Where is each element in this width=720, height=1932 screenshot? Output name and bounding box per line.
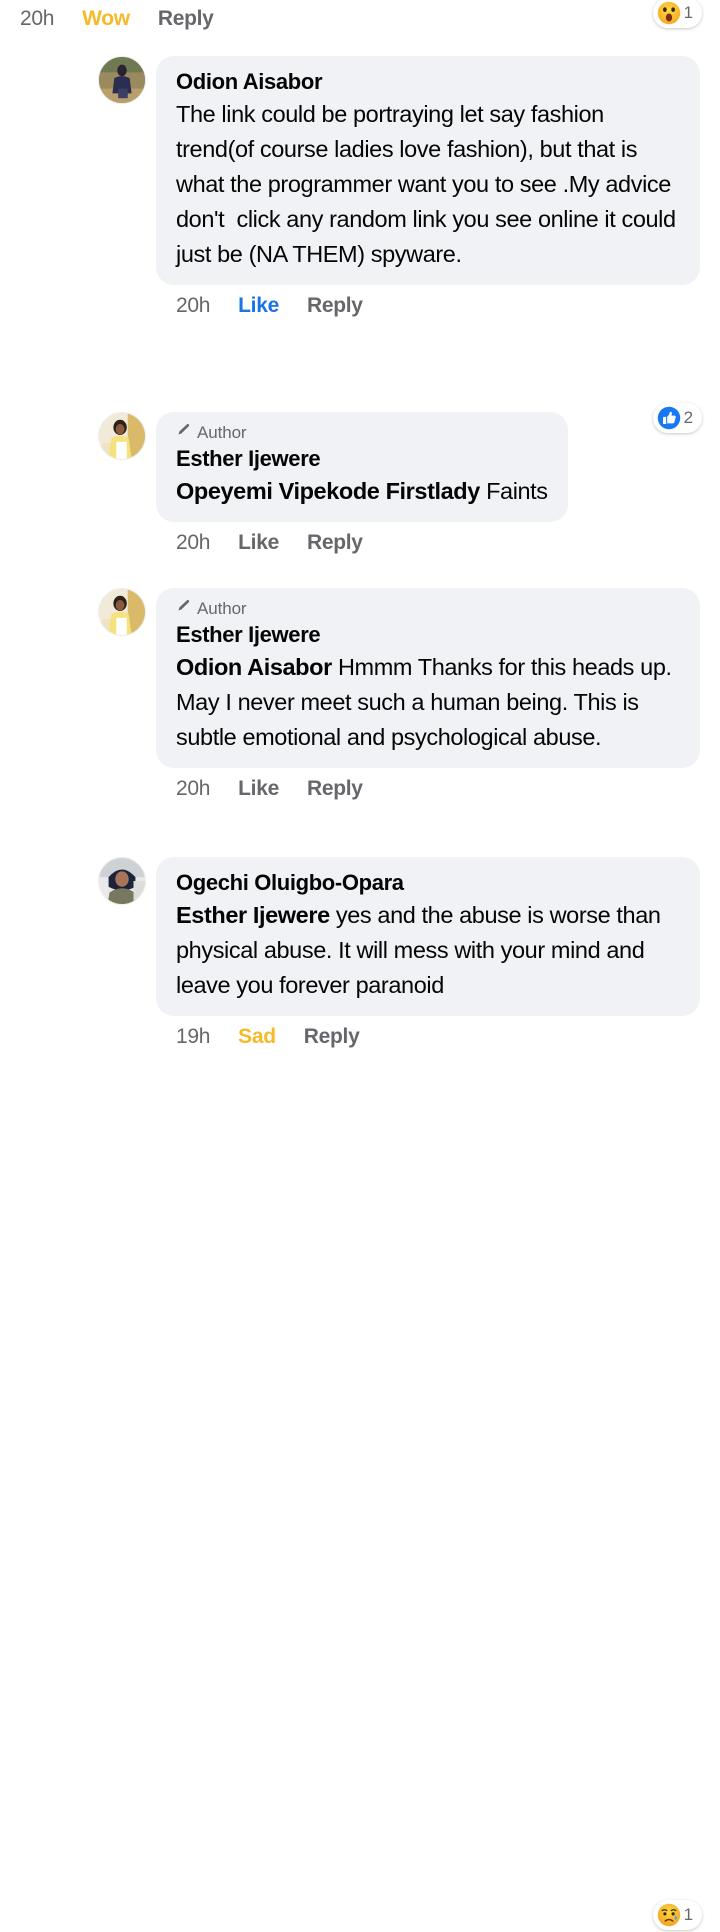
comment-text: Esther Ijewere yes and the abuse is wors… (176, 898, 680, 1003)
timestamp[interactable]: 20h (176, 522, 210, 564)
author-badge: Author (176, 423, 548, 443)
comment-text: Opeyemi Vipekode Firstlady Faints (176, 474, 548, 509)
pencil-icon (176, 423, 191, 443)
timestamp[interactable]: 20h (176, 285, 210, 327)
author-badge-label: Author (197, 599, 247, 618)
comment-author-name[interactable]: Odion Aisabor (176, 67, 680, 97)
comment-author-name[interactable]: Ogechi Oluigbo-Opara (176, 868, 680, 898)
reply-button[interactable]: Reply (158, 0, 214, 40)
comment-body-column: Author Esther Ijewere Opeyemi Vipekode F… (156, 412, 700, 564)
mention-link[interactable]: Opeyemi Vipekode Firstlady (176, 478, 480, 504)
comment-body-column: Author Esther Ijewere Odion Aisabor Hmmm… (156, 588, 700, 810)
avatar-esther-ijewere[interactable] (98, 588, 146, 636)
timestamp[interactable]: 20h (176, 768, 210, 810)
action-row-top: 20h Wow Reply (0, 0, 720, 40)
like-button[interactable]: Like (238, 522, 279, 564)
comment-ogechi-oluigbo-opara: Ogechi Oluigbo-Opara Esther Ijewere yes … (0, 857, 720, 1930)
pencil-icon (176, 599, 191, 619)
action-row: 20h Like Reply (156, 522, 700, 564)
avatar-esther-ijewere[interactable] (98, 412, 146, 460)
comment-esther-ijewere-1: Author Esther Ijewere Opeyemi Vipekode F… (0, 412, 720, 966)
reaction-count: 1 (683, 1905, 693, 1924)
action-row: 20h Like Reply (156, 768, 700, 810)
sad-emoji (657, 1903, 681, 1927)
timestamp[interactable]: 20h (20, 0, 54, 40)
comment-body-column: Ogechi Oluigbo-Opara Esther Ijewere yes … (156, 857, 700, 1058)
like-button[interactable]: Like (238, 768, 279, 810)
reply-button[interactable]: Reply (304, 1016, 360, 1058)
reaction-count: 1 (683, 3, 693, 22)
avatar-odion-aisabor[interactable] (98, 56, 146, 104)
comment-author-name[interactable]: Esther Ijewere (176, 444, 548, 474)
comment-text: Odion Aisabor Hmmm Thanks for this heads… (176, 650, 680, 755)
comment-odion-aisabor: Odion Aisabor The link could be portrayi… (0, 56, 720, 433)
reaction-button[interactable]: Wow (82, 0, 130, 40)
comment-text: The link could be portraying let say fas… (176, 101, 682, 267)
reaction-pill[interactable]: 1 (652, 0, 702, 28)
reply-button[interactable]: Reply (307, 522, 363, 564)
comment-bubble: Author Esther Ijewere Odion Aisabor Hmmm… (156, 588, 700, 768)
comment-text-rest: Faints (479, 478, 548, 504)
author-badge: Author (176, 599, 680, 619)
comment-bubble: Odion Aisabor The link could be portrayi… (156, 56, 700, 285)
action-row: 19h Sad Reply (156, 1016, 700, 1058)
comment-esther-ijewere-2: Author Esther Ijewere Odion Aisabor Hmmm… (0, 588, 720, 810)
avatar-ogechi-oluigbo-opara[interactable] (98, 857, 146, 905)
mention-link[interactable]: Esther Ijewere (176, 902, 330, 928)
action-row: 20h Like Reply (156, 285, 700, 327)
comment-bubble: Author Esther Ijewere Opeyemi Vipekode F… (156, 412, 568, 522)
comments-thread: 20h Wow Reply 1 Odion Aisabor The link c… (0, 0, 720, 1930)
comment-bubble: Ogechi Oluigbo-Opara Esther Ijewere yes … (156, 857, 700, 1016)
mention-link[interactable]: Odion Aisabor (176, 654, 332, 680)
reaction-pill[interactable]: 1 (652, 1900, 702, 1930)
comment-actions-row: 20h Wow Reply 1 (0, 0, 720, 40)
author-badge-label: Author (197, 423, 247, 442)
comment-author-name[interactable]: Esther Ijewere (176, 620, 680, 650)
reaction-button[interactable]: Sad (238, 1016, 276, 1058)
timestamp[interactable]: 19h (176, 1016, 210, 1058)
like-button[interactable]: Like (238, 285, 279, 327)
wow-emoji (657, 1, 681, 25)
reply-button[interactable]: Reply (307, 285, 363, 327)
comment-body-column: Odion Aisabor The link could be portrayi… (156, 56, 700, 327)
reply-button[interactable]: Reply (307, 768, 363, 810)
